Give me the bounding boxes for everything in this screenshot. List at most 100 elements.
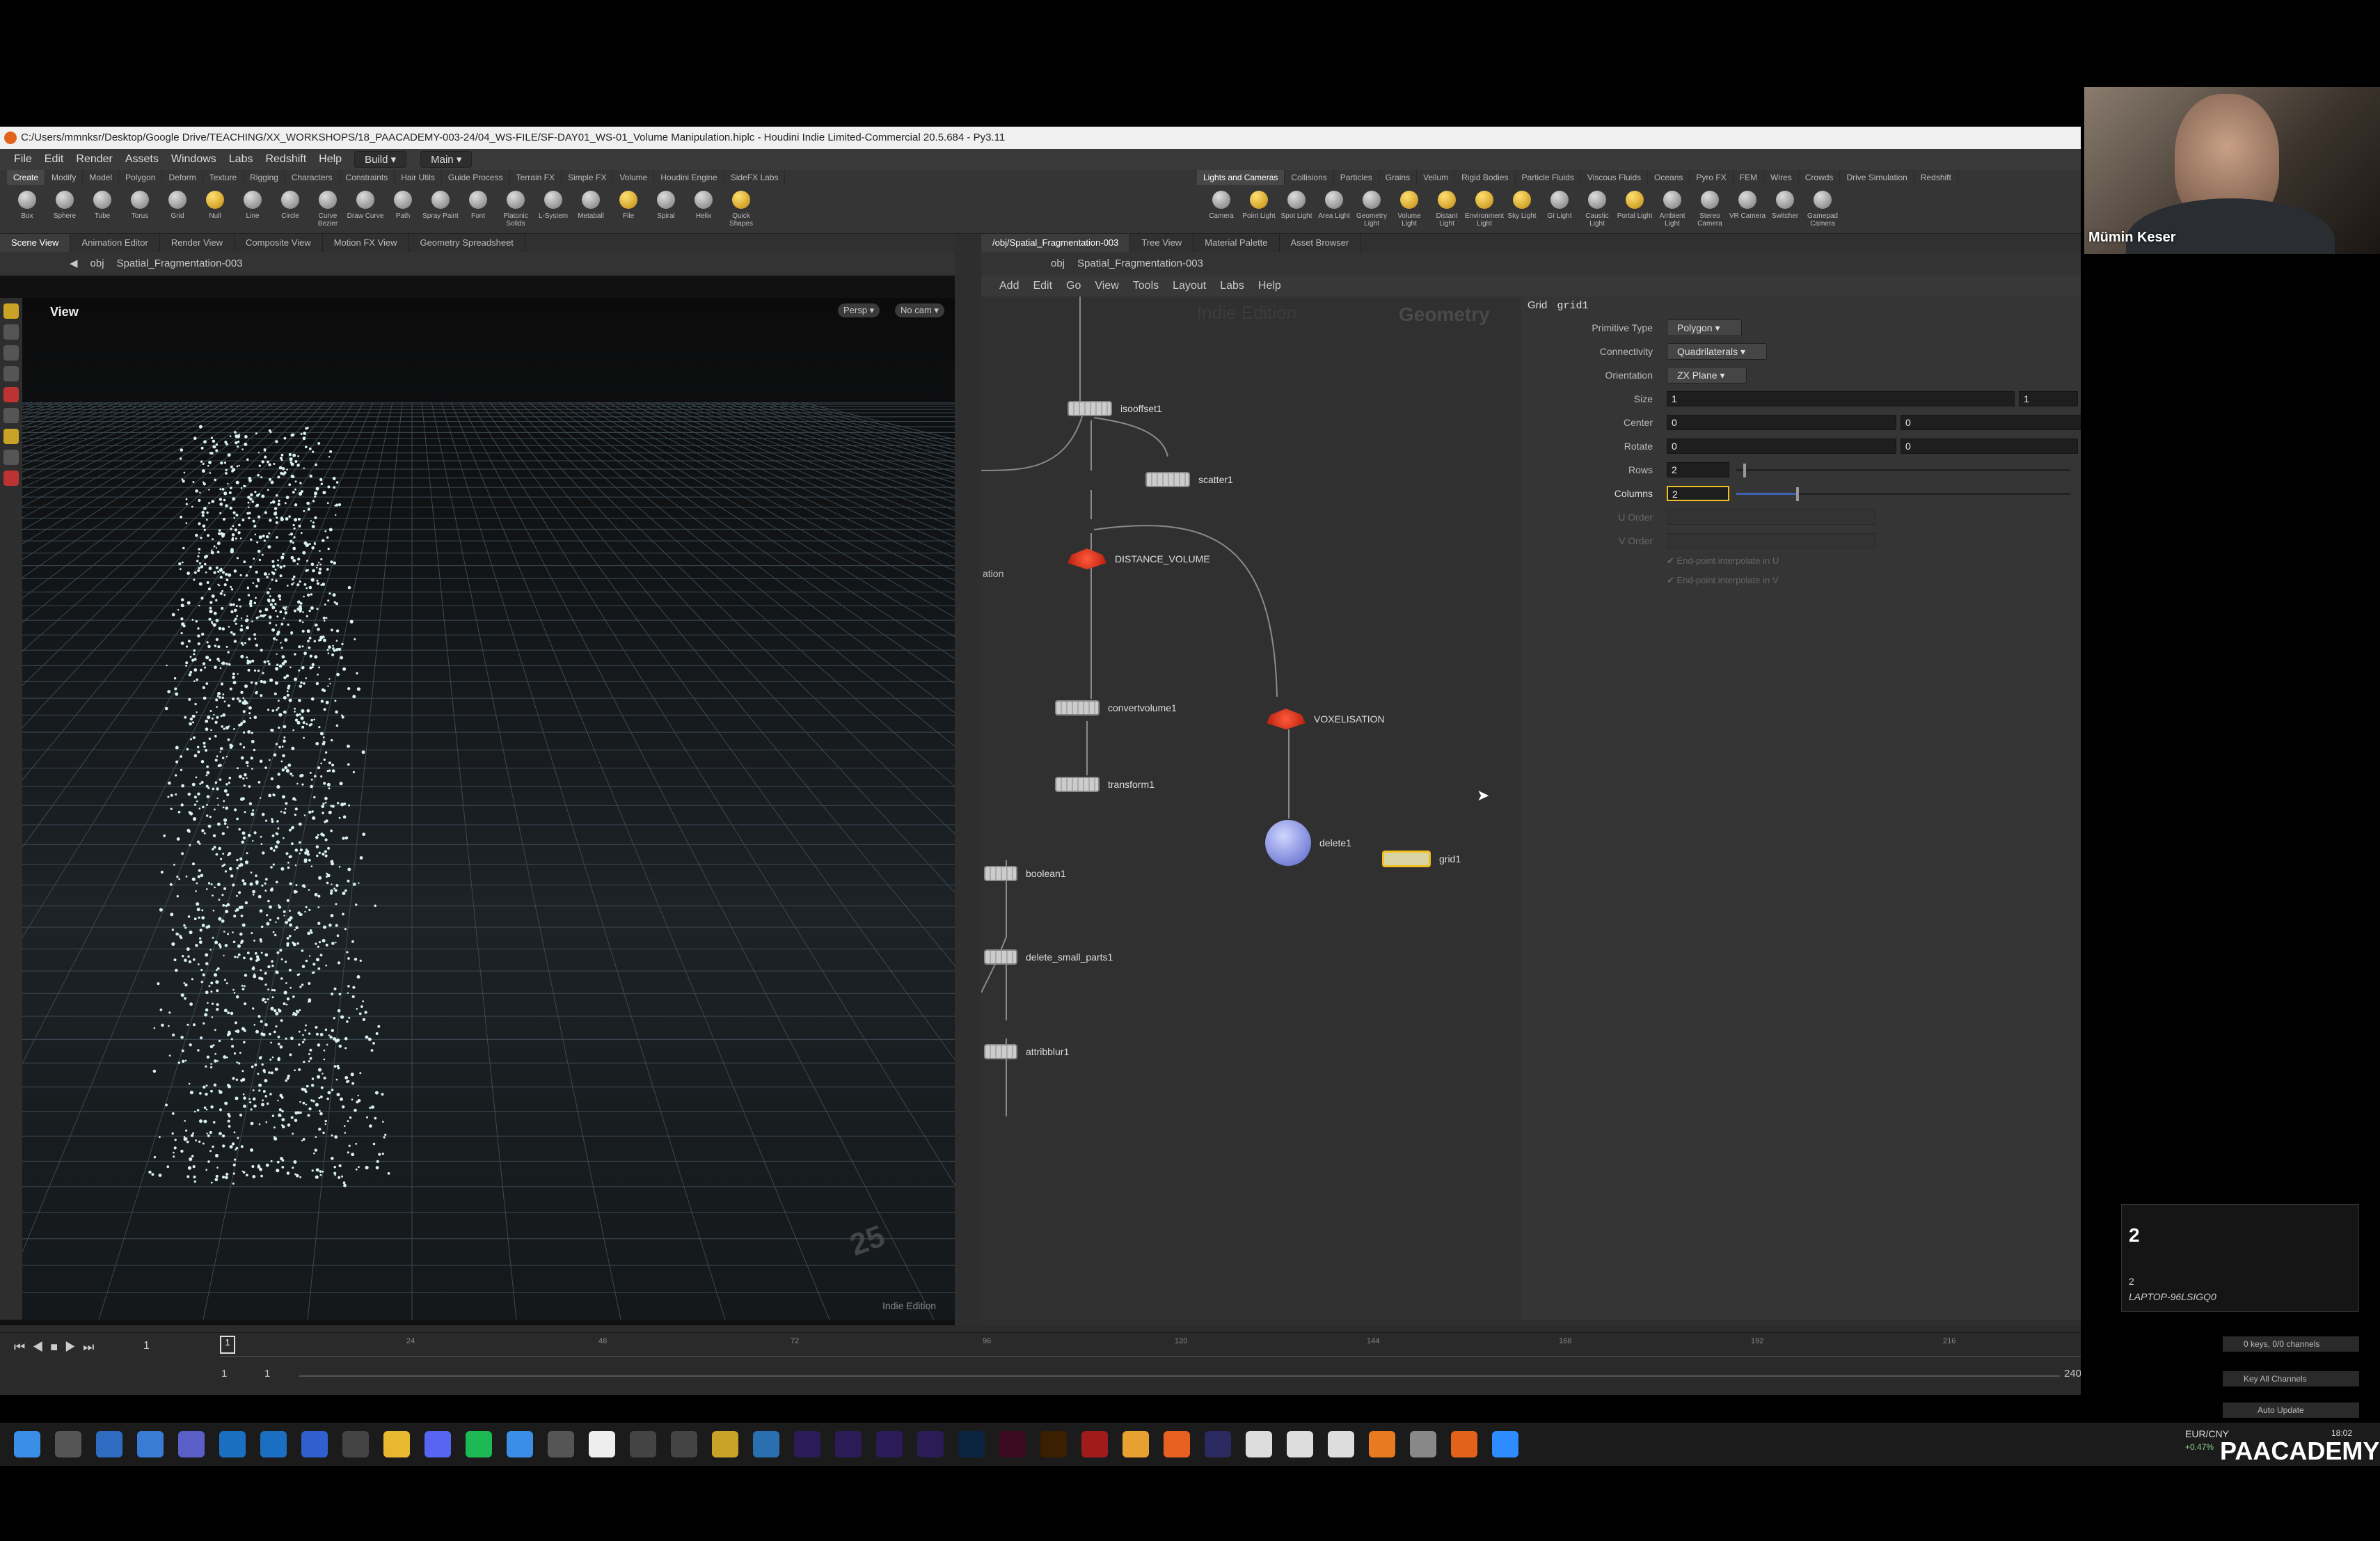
shelf-tab[interactable]: Modify: [45, 170, 84, 185]
shelf-tab[interactable]: Grains: [1379, 170, 1418, 185]
size-x-field[interactable]: 1: [1667, 391, 2015, 406]
outlook-2-icon[interactable]: [260, 1431, 287, 1457]
shelf-tab[interactable]: Simple FX: [562, 170, 614, 185]
task-view-icon[interactable]: [55, 1431, 81, 1457]
tool-sphere[interactable]: Sphere: [46, 187, 84, 232]
after-effects-icon[interactable]: [794, 1431, 820, 1457]
shelf-tab[interactable]: SideFX Labs: [724, 170, 786, 185]
houdini-taskbar-icon[interactable]: [1451, 1431, 1477, 1457]
timeline-ruler[interactable]: 24 48 72 96 120 144 168 192 216: [220, 1337, 2081, 1357]
app-7-icon[interactable]: [712, 1431, 738, 1457]
shelf-tab[interactable]: Rigid Bodies: [1455, 170, 1516, 185]
desktop-dropdown[interactable]: Build ▾: [354, 151, 407, 168]
tool-gi-light[interactable]: GI Light: [1541, 187, 1578, 232]
playback-controls[interactable]: ⏮◀■▶⏭: [14, 1340, 101, 1354]
start-icon[interactable]: [14, 1431, 40, 1457]
persp-menu[interactable]: Persp ▾: [838, 303, 880, 317]
connectivity-dropdown[interactable]: Quadrilaterals ▾: [1667, 343, 1768, 360]
columns-field[interactable]: 2: [1667, 486, 1729, 501]
tool-sky-light[interactable]: Sky Light: [1503, 187, 1541, 232]
shelf-tab[interactable]: Vellum: [1417, 170, 1456, 185]
menu-assets[interactable]: Assets: [125, 149, 159, 170]
rows-field[interactable]: 2: [1667, 462, 1729, 477]
photos-icon[interactable]: [96, 1431, 122, 1457]
shelf-tab[interactable]: Volume: [613, 170, 655, 185]
shelf-tab[interactable]: Particle Fluids: [1516, 170, 1581, 185]
shelf-tab[interactable]: Crowds: [1799, 170, 1841, 185]
end-frame-field[interactable]: 240: [2064, 1368, 2081, 1380]
network-editor[interactable]: Indie Edition Geometry ation isooffset1 …: [981, 297, 1521, 1320]
tab-motion-fx-view[interactable]: Motion FX View: [323, 234, 409, 252]
node-boolean[interactable]: boolean1: [984, 866, 1066, 881]
tool-environment-light[interactable]: Environment Light: [1465, 187, 1504, 232]
tool-curve-bezier[interactable]: Curve Bezier: [309, 187, 347, 232]
shelf-tab[interactable]: Houdini Engine: [654, 170, 724, 185]
tool-box[interactable]: Box: [8, 187, 46, 232]
param-node-name[interactable]: grid1: [1557, 300, 1589, 312]
menu-labs[interactable]: Labs: [229, 149, 253, 170]
net-menu-help[interactable]: Help: [1258, 276, 1281, 297]
shelf-tab[interactable]: Polygon: [119, 170, 163, 185]
tool-metaball[interactable]: Metaball: [572, 187, 610, 232]
folder-icon[interactable]: [383, 1431, 410, 1457]
node-distance-volume[interactable]: DISTANCE_VOLUME: [1068, 548, 1210, 569]
app-9-icon[interactable]: [1205, 1431, 1231, 1457]
move-tool-icon[interactable]: [3, 324, 19, 340]
app-4-icon[interactable]: [589, 1431, 615, 1457]
shelf-tab[interactable]: Collisions: [1285, 170, 1334, 185]
3d-viewport[interactable]: View Persp ▾ No cam ▾ Indie Edition 25: [22, 298, 955, 1320]
tab-material-palette[interactable]: Material Palette: [1193, 234, 1280, 252]
premiere-2-icon[interactable]: [917, 1431, 944, 1457]
frame-field[interactable]: 1: [143, 1340, 150, 1352]
tool-geometry-light[interactable]: Geometry Light: [1353, 187, 1390, 232]
shelf-tab[interactable]: Guide Process: [442, 170, 510, 185]
after-effects-2-icon[interactable]: [876, 1431, 903, 1457]
app-8-icon[interactable]: [753, 1431, 779, 1457]
tool-platonic[interactable]: Platonic Solids: [497, 187, 534, 232]
rhino-3-icon[interactable]: [1328, 1431, 1354, 1457]
tool-point-light[interactable]: Point Light: [1240, 187, 1278, 232]
path-context[interactable]: obj: [90, 252, 104, 276]
auto-update-button[interactable]: Auto Update: [2223, 1402, 2359, 1418]
discord-icon[interactable]: [425, 1431, 451, 1457]
tab-scene-view[interactable]: Scene View: [0, 234, 71, 252]
snap-tool-icon[interactable]: [3, 450, 19, 465]
node-scatter[interactable]: scatter1: [1145, 472, 1233, 487]
main-dropdown[interactable]: Main ▾: [420, 151, 473, 168]
tab-asset-browser[interactable]: Asset Browser: [1280, 234, 1361, 252]
opera-icon[interactable]: [1081, 1431, 1108, 1457]
columns-slider-thumb[interactable]: [1796, 487, 1800, 501]
shelf-tab[interactable]: Viscous Fluids: [1581, 170, 1649, 185]
endpoint-u-checkbox[interactable]: ✔ End-point interpolate in U: [1667, 555, 1779, 567]
firefox-icon[interactable]: [1164, 1431, 1190, 1457]
rotate-x-field[interactable]: 0: [1667, 438, 1896, 454]
node-delete-small-parts[interactable]: delete_small_parts1: [984, 949, 1113, 965]
tool-volume-light[interactable]: Volume Light: [1390, 187, 1428, 232]
size-y-field[interactable]: 1: [2019, 391, 2078, 406]
net-menu-labs[interactable]: Labs: [1220, 276, 1244, 297]
rotate-tool-icon[interactable]: [3, 345, 19, 361]
net-menu-add[interactable]: Add: [999, 276, 1019, 297]
tool-spot-light[interactable]: Spot Light: [1278, 187, 1315, 232]
tool-distant-light[interactable]: Distant Light: [1428, 187, 1466, 232]
tool-font[interactable]: Font: [459, 187, 497, 232]
path-node[interactable]: Spatial_Fragmentation-003: [117, 252, 243, 276]
outlook-icon[interactable]: [219, 1431, 246, 1457]
rhino-2-icon[interactable]: [1287, 1431, 1313, 1457]
select-tool-icon[interactable]: [3, 303, 19, 319]
tool-line[interactable]: Line: [234, 187, 271, 232]
photoshop-icon[interactable]: [958, 1431, 985, 1457]
tool-area-light[interactable]: Area Light: [1315, 187, 1353, 232]
view-tool-icon[interactable]: [3, 429, 19, 444]
orientation-dropdown[interactable]: ZX Plane ▾: [1667, 367, 1747, 384]
magnet-tool-icon[interactable]: [3, 471, 19, 486]
app-10-icon[interactable]: [1410, 1431, 1436, 1457]
menu-file[interactable]: File: [14, 149, 32, 170]
tool-torus[interactable]: Torus: [121, 187, 159, 232]
tool-ambient-light[interactable]: Ambient Light: [1653, 187, 1691, 232]
camera-menu[interactable]: No cam ▾: [895, 303, 944, 317]
tool-stereo-camera[interactable]: Stereo Camera: [1691, 187, 1729, 232]
endpoint-v-checkbox[interactable]: ✔ End-point interpolate in V: [1667, 575, 1779, 586]
node-convertvolume[interactable]: convertvolume1: [1055, 700, 1177, 716]
handle-tool-icon[interactable]: [3, 387, 19, 402]
